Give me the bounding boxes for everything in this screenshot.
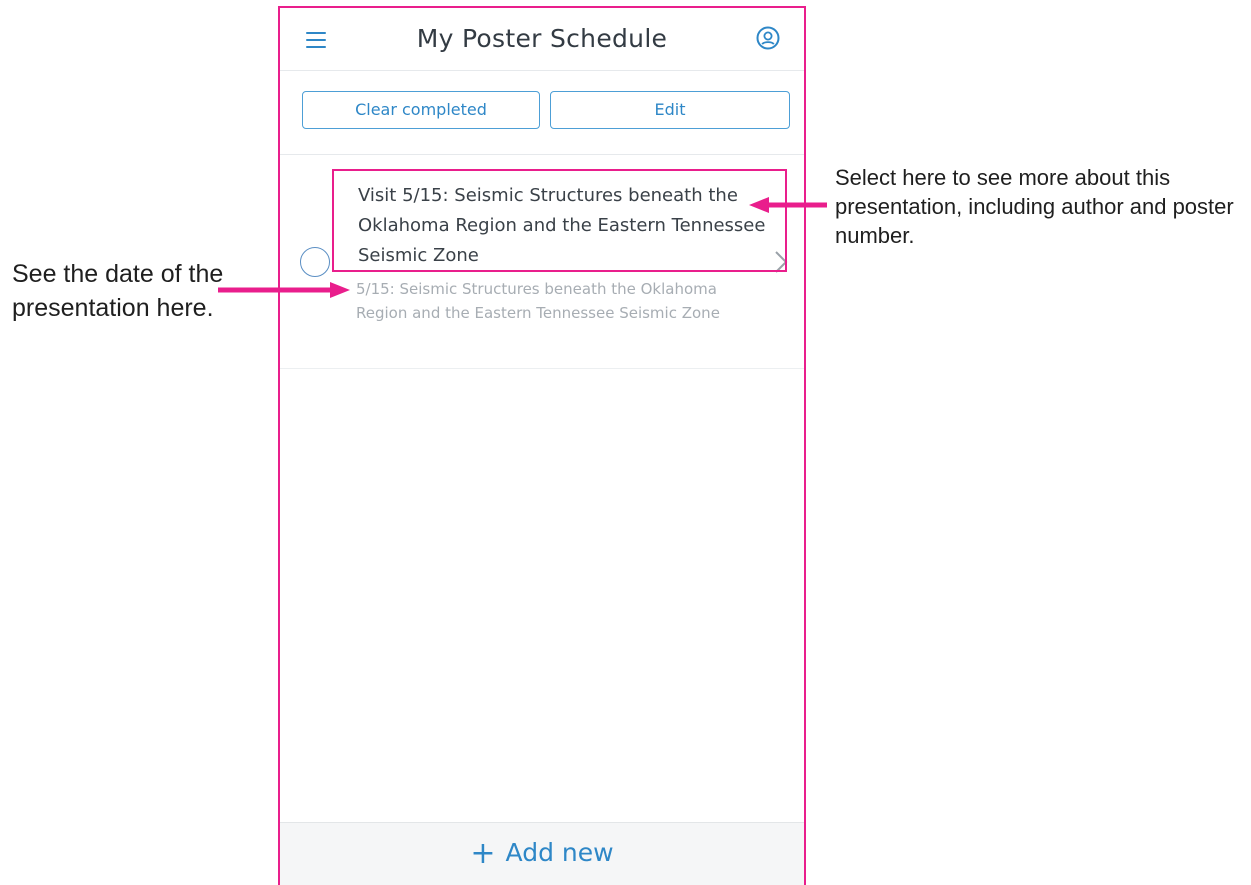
- annotation-arrow-right-icon: [749, 197, 827, 213]
- list-item[interactable]: Visit 5/15: Seismic Structures beneath t…: [280, 154, 804, 369]
- highlight-box: [332, 169, 787, 272]
- footer-bar: + Add new: [280, 822, 804, 885]
- annotation-details-text: Select here to see more about this prese…: [835, 165, 1234, 248]
- add-new-button[interactable]: + Add new: [470, 836, 613, 871]
- clear-completed-button[interactable]: Clear completed: [302, 91, 540, 129]
- page-title: My Poster Schedule: [416, 24, 668, 53]
- annotation-date-text: See the date of the presentation here.: [12, 260, 224, 322]
- user-circle-icon[interactable]: [756, 26, 780, 50]
- toolbar: Clear completed Edit: [280, 70, 804, 155]
- screenshot-canvas: My Poster Schedule Clear completed Edit …: [0, 0, 1251, 885]
- annotation-arrow-left-icon: [218, 282, 350, 298]
- item-subtitle: 5/15: Seismic Structures beneath the Okl…: [356, 280, 720, 322]
- complete-checkbox[interactable]: [300, 247, 330, 277]
- edit-button[interactable]: Edit: [550, 91, 790, 129]
- app-header: My Poster Schedule: [280, 8, 804, 71]
- phone-screen: My Poster Schedule Clear completed Edit …: [278, 6, 806, 885]
- plus-icon: +: [470, 836, 496, 871]
- add-new-label: Add new: [505, 838, 614, 867]
